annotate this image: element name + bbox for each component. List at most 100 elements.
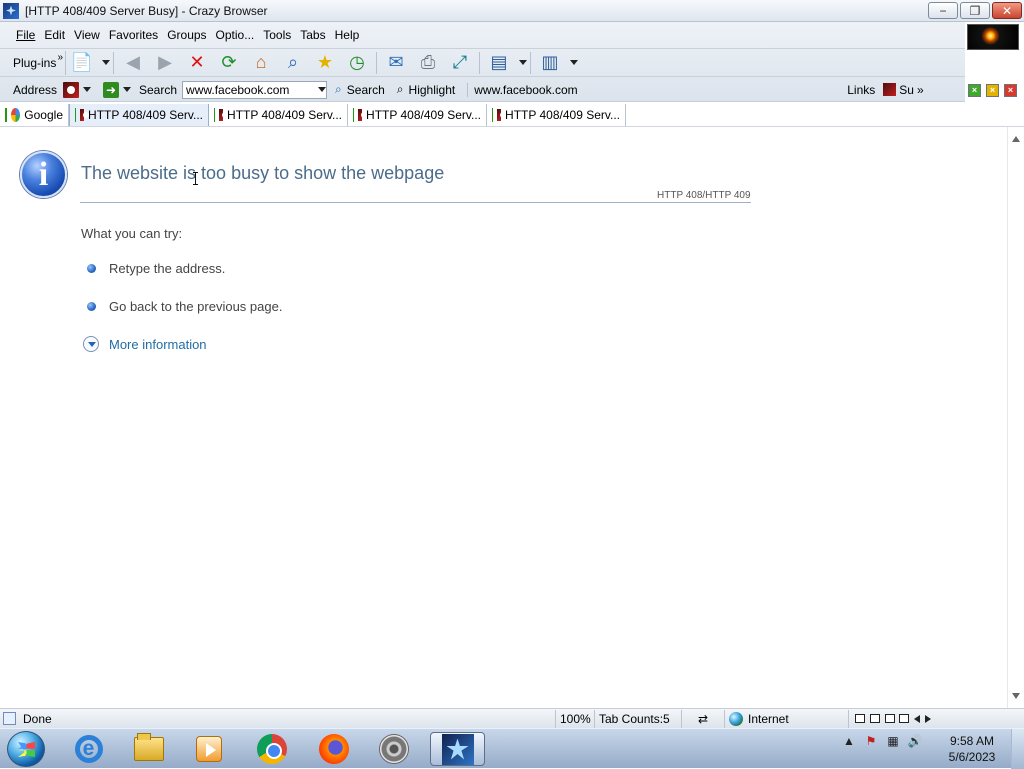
refresh-icon[interactable]: ⟳ — [216, 51, 242, 75]
page-status-icon — [3, 712, 16, 725]
menu-tabs[interactable]: Tabs — [300, 28, 325, 42]
address-dropdown-icon[interactable] — [83, 87, 91, 92]
scroll-down-icon[interactable] — [1012, 693, 1020, 699]
tab-http-error[interactable]: HTTP 408/409 Serv... — [348, 104, 487, 126]
zoom-level[interactable]: 100% — [555, 709, 594, 728]
system-clock[interactable]: 9:58 AM 5/6/2023 — [946, 733, 998, 765]
highlight-button-label: Highlight — [408, 82, 456, 97]
menu-help[interactable]: Help — [335, 28, 360, 42]
chevron-icon[interactable]: » — [57, 46, 63, 70]
taskbar-crazy-browser[interactable] — [430, 732, 485, 766]
security-zone-text: Internet — [748, 711, 789, 726]
home-icon[interactable]: ⌂ — [248, 51, 274, 75]
taskbar-firefox[interactable] — [306, 732, 361, 766]
search-dropdown-icon[interactable] — [314, 82, 327, 98]
menu-tools[interactable]: Tools — [263, 28, 291, 42]
links-label[interactable]: Links — [847, 83, 875, 97]
links-chevron-icon[interactable]: » — [917, 83, 924, 97]
tab-stripe — [75, 108, 77, 122]
current-address[interactable]: www.facebook.com — [467, 82, 837, 97]
print-icon[interactable]: ⎙ — [415, 51, 441, 75]
tab-restore-icon[interactable]: × — [986, 84, 999, 97]
mail-icon[interactable]: ✉ — [383, 51, 409, 75]
start-button[interactable] — [7, 731, 45, 767]
options-dropdown-icon[interactable] — [570, 60, 578, 65]
toolbar-separator — [479, 51, 480, 74]
search-value[interactable]: www.facebook.com — [186, 83, 314, 97]
volume-icon[interactable]: 🔊 — [908, 734, 923, 748]
action-center-icon[interactable]: ⚑ — [864, 734, 878, 748]
tab-stripe — [5, 108, 7, 122]
taskbar-chrome[interactable] — [244, 732, 299, 766]
taskbar-dvd-player[interactable] — [366, 732, 421, 766]
show-hidden-icons-icon[interactable]: ▲ — [842, 734, 856, 748]
tile-horizontal-icon[interactable] — [884, 714, 895, 723]
toolbar-separator — [113, 51, 114, 74]
search-button[interactable]: ⌕ Search — [335, 82, 385, 97]
highlight-button[interactable]: ⌕ Highlight — [397, 82, 455, 97]
network-icon[interactable]: ▦ — [886, 734, 900, 748]
status-done-section: Done — [3, 712, 555, 726]
tab-maximize-icon[interactable]: × — [968, 84, 981, 97]
try-label: What you can try: — [81, 226, 183, 241]
menu-groups[interactable]: Groups — [167, 28, 206, 42]
google-icon — [11, 108, 21, 122]
taskbar-internet-explorer[interactable]: e — [61, 732, 116, 766]
tab-http-error[interactable]: HTTP 408/409 Serv... — [209, 104, 348, 126]
search-label: Search — [139, 82, 178, 97]
favorites-icon[interactable]: ★ — [312, 51, 338, 75]
search-icon[interactable]: ⌕ — [280, 51, 306, 75]
menu-options[interactable]: Optio... — [216, 28, 255, 42]
tab-label: HTTP 408/409 Serv... — [227, 108, 342, 122]
menu-favorites[interactable]: Favorites — [109, 28, 158, 42]
window-titlebar: [HTTP 408/409 Server Busy] - Crazy Brows… — [0, 0, 1024, 22]
menu-view[interactable]: View — [74, 28, 100, 42]
clock-time: 9:58 AM — [949, 734, 995, 748]
menu-edit[interactable]: Edit — [44, 28, 65, 42]
window-icon[interactable] — [855, 714, 866, 723]
tab-google[interactable]: Google — [0, 104, 69, 126]
menu-bar: File Edit View Favorites Groups Optio...… — [0, 22, 965, 49]
previous-tab-icon[interactable] — [913, 714, 920, 723]
close-button[interactable]: ✕ — [992, 2, 1022, 19]
tile-vertical-icon[interactable] — [899, 714, 910, 723]
stop-icon[interactable]: ✕ — [184, 51, 210, 75]
disc-icon — [378, 734, 409, 764]
show-desktop-button[interactable] — [1011, 729, 1024, 769]
history-icon[interactable]: ◷ — [344, 51, 370, 75]
cascade-icon[interactable] — [869, 714, 880, 723]
fullscreen-icon[interactable]: ⤢ — [447, 51, 473, 75]
taskbar-file-explorer[interactable] — [121, 732, 176, 766]
tab-close-icon[interactable]: × — [1004, 84, 1017, 97]
page-icon — [219, 109, 229, 121]
view-dropdown-icon[interactable] — [519, 60, 527, 65]
tab-http-error[interactable]: HTTP 408/409 Serv... — [487, 104, 626, 126]
taskbar-media-player[interactable] — [181, 732, 236, 766]
go-button[interactable]: ➜ — [103, 81, 119, 98]
next-tab-icon[interactable] — [924, 714, 931, 723]
status-navigation-controls — [848, 709, 937, 728]
menu-file[interactable]: File — [16, 28, 35, 42]
tab-window-buttons: × × × — [968, 84, 1017, 97]
new-page-dropdown-icon[interactable] — [102, 60, 110, 65]
more-information-link[interactable]: More information — [109, 337, 207, 352]
options-icon[interactable]: ▥ — [537, 51, 563, 75]
go-dropdown-icon[interactable] — [123, 87, 131, 92]
window-controls: − ❐ ✕ — [928, 2, 1022, 19]
restore-button[interactable]: ❐ — [960, 2, 990, 19]
view-icon[interactable]: ▤ — [486, 51, 512, 75]
minimize-button[interactable]: − — [928, 2, 958, 19]
plugins-button[interactable]: Plug-ins » — [0, 50, 66, 75]
forward-icon[interactable]: ▶ — [152, 51, 178, 75]
link-favicon-icon — [883, 83, 897, 96]
http-error-code: HTTP 408/HTTP 409 — [657, 190, 751, 201]
scroll-up-icon[interactable] — [1012, 136, 1020, 142]
search-input[interactable]: www.facebook.com — [182, 80, 328, 99]
expand-icon[interactable] — [83, 336, 99, 352]
tab-http-error-active[interactable]: HTTP 408/409 Serv... — [69, 104, 209, 126]
short-link[interactable]: Su — [899, 83, 914, 97]
back-icon[interactable]: ◀ — [120, 51, 146, 75]
vertical-scrollbar[interactable] — [1007, 127, 1024, 708]
new-page-icon[interactable]: 📄 — [69, 51, 95, 75]
page-icon — [80, 109, 90, 121]
